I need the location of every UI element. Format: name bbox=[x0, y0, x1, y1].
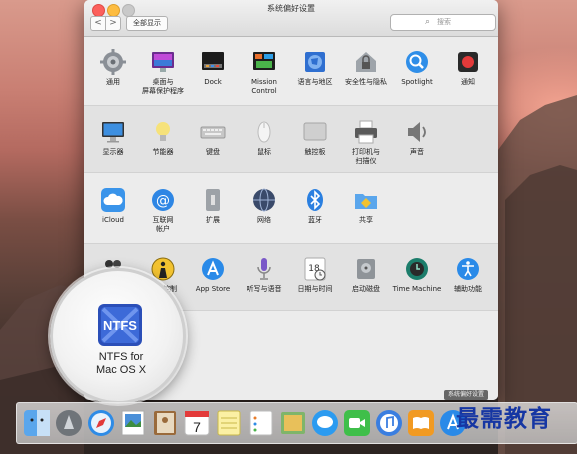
accessibility-icon bbox=[457, 258, 479, 280]
watermark-text: 最需教育 bbox=[456, 405, 552, 432]
pane-label: 辅助功能 bbox=[454, 285, 482, 293]
general-icon bbox=[100, 49, 126, 75]
pane-label: 共享 bbox=[359, 216, 373, 224]
icloud-icon bbox=[101, 188, 125, 212]
pane-label: 鼠标 bbox=[257, 148, 271, 156]
mission-control-icon bbox=[253, 52, 275, 70]
svg-text:@: @ bbox=[156, 193, 170, 209]
safari-icon[interactable] bbox=[87, 409, 115, 437]
pane-label: Spotlight bbox=[401, 78, 433, 86]
preferences-row-personal: 通用 桌面与 屏幕保护程序 Dock Mission Control 语言与地区… bbox=[84, 37, 498, 106]
time-machine-icon bbox=[406, 258, 428, 280]
pane-label: Mission Control bbox=[251, 78, 277, 95]
finder-icon[interactable] bbox=[23, 409, 51, 437]
messages-icon[interactable] bbox=[311, 409, 339, 437]
reminders-icon[interactable] bbox=[247, 409, 275, 437]
pane-label: 触控板 bbox=[304, 148, 326, 156]
notes-icon[interactable] bbox=[215, 409, 243, 437]
energy-saver-icon bbox=[156, 122, 170, 141]
preferences-row-hardware: 显示器 节能器 键盘 鼠标 触控板 打印机与 扫描仪 声音 bbox=[84, 106, 498, 173]
dock-tooltip: 系统偏好设置 bbox=[444, 390, 489, 400]
pane-label: 网络 bbox=[257, 216, 271, 224]
pane-label: 键盘 bbox=[206, 148, 220, 156]
keyboard-icon bbox=[200, 126, 226, 139]
language-region-icon bbox=[305, 52, 325, 72]
preview-icon[interactable] bbox=[119, 409, 147, 437]
security-privacy-icon bbox=[356, 52, 376, 72]
pane-label: 通知 bbox=[461, 78, 475, 86]
contacts-icon[interactable] bbox=[151, 409, 179, 437]
window-title: 系统偏好设置 bbox=[267, 4, 315, 13]
itunes-icon[interactable] bbox=[375, 409, 403, 437]
forward-button[interactable]: > bbox=[105, 16, 121, 31]
app-store-icon bbox=[202, 258, 224, 280]
printers-scanners-icon bbox=[355, 120, 377, 144]
pane-label: 语言与地区 bbox=[297, 78, 333, 86]
calendar-day: 7 bbox=[193, 419, 201, 435]
spotlight-icon bbox=[406, 51, 428, 73]
facetime-icon[interactable] bbox=[343, 409, 371, 437]
show-all-button[interactable]: 全部显示 bbox=[126, 16, 168, 31]
pane-label: 打印机与 扫描仪 bbox=[352, 148, 380, 165]
pane-label: Time Machine bbox=[392, 285, 442, 293]
pane-label: 日期与时间 bbox=[297, 285, 333, 293]
notifications-icon bbox=[458, 52, 478, 72]
search-field[interactable]: ⌕ 搜索 bbox=[390, 14, 496, 31]
displays-icon bbox=[102, 122, 124, 143]
date-time-icon: 18 bbox=[304, 257, 326, 281]
pane-label: 听写与语音 bbox=[246, 285, 282, 293]
pane-label: Dock bbox=[204, 78, 222, 86]
sound-icon bbox=[408, 122, 426, 142]
bluetooth-icon bbox=[307, 189, 323, 211]
network-icon bbox=[253, 188, 275, 212]
pane-label: 蓝牙 bbox=[308, 216, 322, 224]
dock-icon bbox=[202, 52, 224, 70]
launchpad-icon[interactable] bbox=[55, 409, 83, 437]
pane-label: 扩展 bbox=[206, 216, 220, 224]
search-placeholder: 搜索 bbox=[437, 18, 451, 26]
pane-label: 启动磁盘 bbox=[352, 285, 380, 293]
dictation-speech-icon bbox=[257, 258, 271, 280]
search-icon: ⌕ bbox=[425, 17, 431, 27]
ntfs-icon-text: NTFS bbox=[103, 318, 137, 333]
window-titlebar: 系统偏好设置 < > 全部显示 ⌕ 搜索 bbox=[84, 0, 498, 37]
calendar-icon[interactable]: 7 bbox=[183, 409, 211, 437]
internet-accounts-icon: @ bbox=[152, 189, 174, 211]
ibooks-icon[interactable] bbox=[407, 409, 435, 437]
trackpad-icon bbox=[303, 122, 327, 141]
back-button[interactable]: < bbox=[90, 16, 106, 31]
mouse-icon bbox=[257, 121, 271, 143]
pane-label: 安全性与隐私 bbox=[345, 78, 387, 86]
photo-booth-icon[interactable] bbox=[279, 409, 307, 437]
ntfs-for-mac-label: NTFS for Mac OS X bbox=[95, 351, 147, 376]
preferences-row-internet: iCloud @ 互联网 帐户 扩展 网络 蓝牙 共享 bbox=[84, 173, 498, 244]
pane-label: App Store bbox=[195, 285, 231, 293]
extensions-icon bbox=[206, 189, 220, 211]
desktop-screensaver-icon bbox=[152, 52, 174, 72]
ntfs-for-mac-icon[interactable]: NTFS bbox=[97, 303, 143, 347]
pane-label: 声音 bbox=[410, 148, 424, 156]
startup-disk-icon bbox=[357, 259, 375, 279]
sharing-icon bbox=[355, 194, 377, 209]
